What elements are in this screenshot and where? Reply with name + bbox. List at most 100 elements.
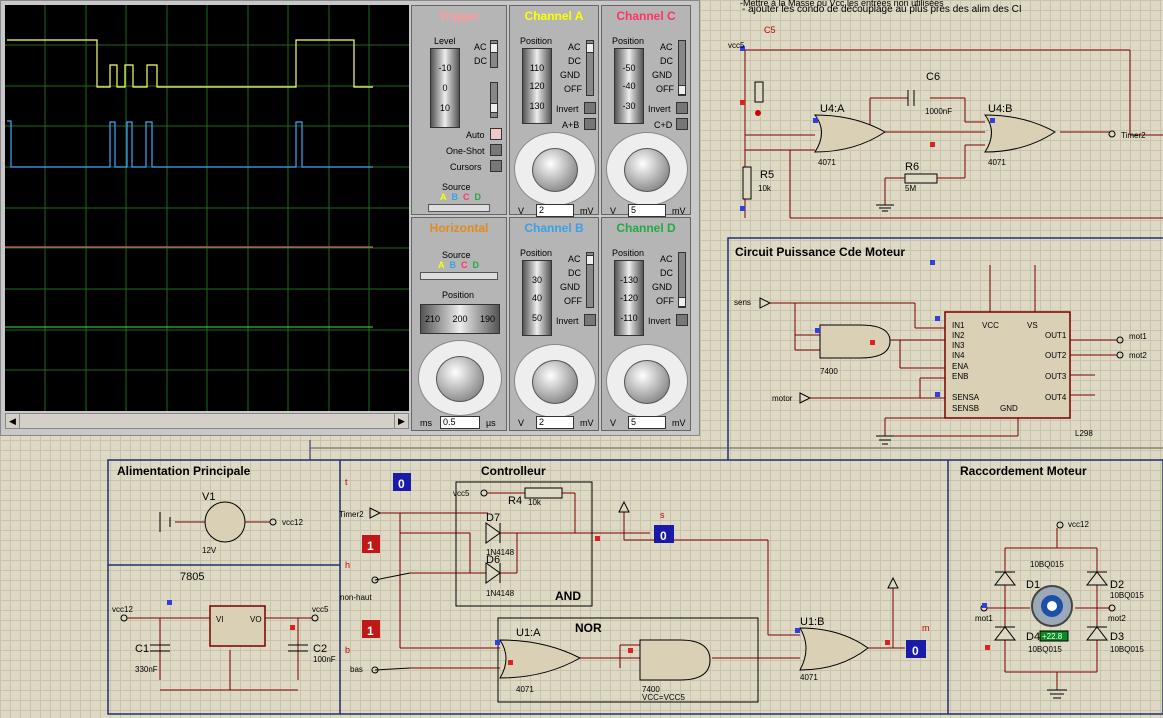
pin-gnd: GND bbox=[1000, 404, 1018, 413]
channel-d-position-drum[interactable]: -130 -120 -110 bbox=[614, 260, 644, 336]
horizontal-title: Horizontal bbox=[429, 221, 489, 235]
pin-in3: IN3 bbox=[952, 341, 965, 350]
channel-a-position-drum[interactable]: 110 120 130 bbox=[522, 48, 552, 124]
u4b-type: 4071 bbox=[988, 158, 1006, 167]
u1a-label: U1:A bbox=[516, 627, 541, 639]
drum-val: -130 bbox=[619, 275, 638, 285]
bas-label: bas bbox=[350, 665, 363, 674]
drum-val: 50 bbox=[531, 313, 542, 323]
hsrc-c: C bbox=[461, 260, 468, 270]
r6-value: 5M bbox=[905, 184, 916, 193]
note-line2: - ajouter les condo de découplage au plu… bbox=[742, 4, 1022, 15]
vcc12-label: vcc12 bbox=[282, 518, 303, 527]
trace-channel-a bbox=[7, 39, 373, 88]
vcc5-label: vcc5 bbox=[728, 41, 745, 50]
trigger-coupling-switch[interactable] bbox=[490, 40, 498, 68]
drum-val: -10 bbox=[438, 63, 452, 73]
src-a: A bbox=[440, 192, 447, 202]
horizontal-position-drum[interactable]: 210 200 190 bbox=[420, 304, 500, 334]
section-alim: Alimentation Principale bbox=[117, 464, 251, 478]
logic-h-value[interactable]: 1 bbox=[367, 539, 374, 553]
timebase-field[interactable]: 0.5 bbox=[440, 416, 480, 429]
channel-b-invert-button[interactable] bbox=[584, 314, 596, 326]
oscilloscope-window[interactable]: ◀ ▶ Trigger Level -10 0 10 AC DC Auto On… bbox=[0, 0, 700, 436]
s-label: s bbox=[660, 510, 665, 520]
pin-out1: OUT1 bbox=[1045, 331, 1067, 340]
r6-label: R6 bbox=[905, 161, 919, 173]
cursors-button[interactable] bbox=[490, 160, 502, 172]
b-unit-right: mV bbox=[580, 418, 594, 428]
channel-c-scale-field[interactable]: 5 bbox=[628, 204, 666, 217]
channel-c-volts-knob[interactable] bbox=[624, 148, 670, 192]
trigger-panel: Trigger Level -10 0 10 AC DC Auto One-Sh… bbox=[411, 5, 507, 215]
scope-horizontal-scrollbar[interactable]: ◀ ▶ bbox=[5, 413, 409, 429]
channel-c-panel: Channel C Position -50 -40 -30 AC DC GND… bbox=[601, 5, 691, 217]
vcc5-out-label: vcc5 bbox=[312, 605, 329, 614]
logic-b-value[interactable]: 1 bbox=[367, 624, 374, 638]
channel-b-coupling-switch[interactable] bbox=[586, 252, 594, 308]
label-and: AND bbox=[555, 589, 581, 603]
reg-vi: VI bbox=[216, 615, 224, 624]
pin-out3: OUT3 bbox=[1045, 372, 1067, 381]
trigger-level-drum[interactable]: -10 0 10 bbox=[430, 48, 460, 128]
r4-label: R4 bbox=[508, 495, 522, 507]
h-label: h bbox=[345, 560, 350, 570]
channel-d-scale-field[interactable]: 5 bbox=[628, 416, 666, 429]
motor-label: motor bbox=[772, 394, 793, 403]
drum-val: -50 bbox=[622, 63, 636, 73]
horizontal-source-slider[interactable] bbox=[420, 272, 498, 280]
pin-in1: IN1 bbox=[952, 321, 965, 330]
trigger-source-slider[interactable] bbox=[428, 204, 490, 212]
channel-c-sum-button[interactable] bbox=[676, 118, 688, 130]
channel-b-scale-field[interactable]: 2 bbox=[536, 416, 574, 429]
channel-c-coupling-switch[interactable] bbox=[678, 40, 686, 96]
c5-label: C5 bbox=[764, 25, 776, 35]
logic-t-value[interactable]: 0 bbox=[398, 477, 405, 491]
channel-c-invert-button[interactable] bbox=[676, 102, 688, 114]
channel-a-title: Channel A bbox=[524, 9, 584, 23]
channel-a-panel: Channel A Position 110 120 130 AC DC GND… bbox=[509, 5, 599, 217]
v1-value: 12V bbox=[202, 546, 217, 555]
reg-label: 7805 bbox=[180, 571, 204, 583]
channel-c-position-drum[interactable]: -50 -40 -30 bbox=[614, 48, 644, 124]
drum-val: 30 bbox=[531, 275, 542, 285]
timebase-knob[interactable] bbox=[436, 356, 484, 402]
d-ac-label: AC bbox=[660, 254, 673, 264]
source-label: Source bbox=[442, 182, 471, 192]
l298-label: L298 bbox=[1075, 429, 1093, 438]
reg-vo: VO bbox=[250, 615, 262, 624]
c-gnd-label: GND bbox=[652, 70, 672, 80]
u1b-label: U1:B bbox=[800, 616, 824, 628]
channel-a-coupling-switch[interactable] bbox=[586, 40, 594, 96]
a-position-label: Position bbox=[520, 36, 553, 46]
trigger-edge-switch[interactable] bbox=[490, 82, 498, 118]
vcc12-in-label: vcc12 bbox=[112, 605, 133, 614]
section-controlleur: Controlleur bbox=[481, 464, 546, 478]
c6-value: 1000nF bbox=[925, 107, 952, 116]
c-sum-label: C+D bbox=[654, 120, 673, 130]
section-raccord: Raccordement Moteur bbox=[960, 464, 1087, 478]
b-invert-label: Invert bbox=[556, 316, 579, 326]
channel-d-volts-knob[interactable] bbox=[624, 360, 670, 404]
c-unit-left: V bbox=[610, 206, 617, 216]
oneshot-label: One-Shot bbox=[446, 146, 485, 156]
channel-d-invert-button[interactable] bbox=[676, 314, 688, 326]
cursors-label: Cursors bbox=[450, 162, 482, 172]
oneshot-button[interactable] bbox=[490, 144, 502, 156]
channel-a-invert-button[interactable] bbox=[584, 102, 596, 114]
auto-button[interactable] bbox=[490, 128, 502, 140]
hsrc-b: B bbox=[449, 260, 457, 270]
pin-vcc: VCC bbox=[982, 321, 999, 330]
channel-b-volts-knob[interactable] bbox=[532, 360, 578, 404]
d3-type: 10BQ015 bbox=[1110, 645, 1144, 654]
m-label: m bbox=[922, 623, 930, 633]
c-ac-label: AC bbox=[660, 42, 673, 52]
channel-d-coupling-switch[interactable] bbox=[678, 252, 686, 308]
d2-label: D2 bbox=[1110, 579, 1124, 591]
channel-b-position-drum[interactable]: 30 40 50 bbox=[522, 260, 552, 336]
channel-a-sum-button[interactable] bbox=[584, 118, 596, 130]
channel-a-volts-knob[interactable] bbox=[532, 148, 578, 192]
vcc5-ctrl-label: vcc5 bbox=[453, 489, 470, 498]
channel-a-scale-field[interactable]: 2 bbox=[536, 204, 574, 217]
d-invert-label: Invert bbox=[648, 316, 671, 326]
